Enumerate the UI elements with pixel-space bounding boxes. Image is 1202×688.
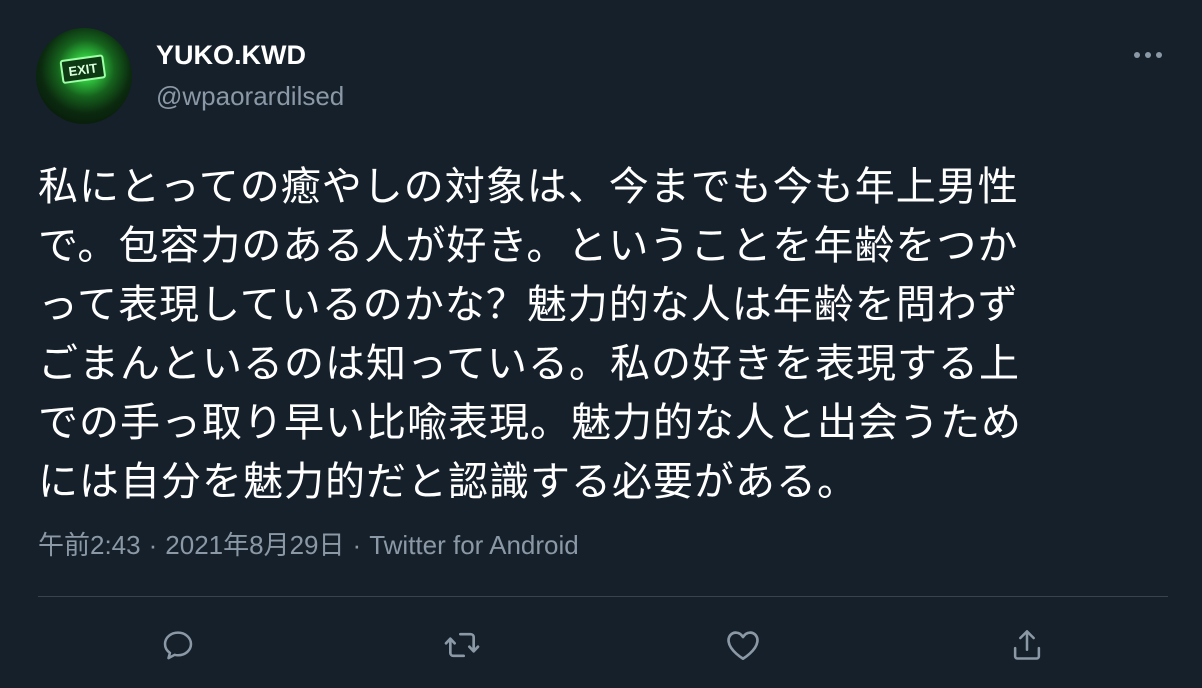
action-bar [0, 620, 1202, 670]
more-options-button[interactable] [1126, 38, 1170, 72]
meta-separator: · [148, 530, 158, 560]
tweet-text-line: 私にとっての癒やしの対象は、今までも今も年上男性 [38, 164, 1019, 210]
tweet-text: 私にとっての癒やしの対象は、今までも今も年上男性 で。包容力のある人が好き。とい… [38, 158, 1148, 512]
reply-button[interactable] [153, 620, 203, 670]
avatar[interactable]: EXIT [36, 28, 132, 124]
tweet-source[interactable]: Twitter for Android [369, 530, 579, 560]
exit-sign-icon: EXIT [59, 54, 106, 84]
tweet-text-line: での手っ取り早い比喩表現。魅力的な人と出会うため [38, 400, 1022, 446]
reply-icon [163, 631, 193, 660]
share-icon [1013, 630, 1041, 660]
meta-separator: · [352, 530, 362, 560]
more-dots-icon [1134, 52, 1162, 58]
tweet-text-line: ごまんといるのは知っている。私の好きを表現する上 [38, 341, 1020, 387]
tweet-time[interactable]: 午前2:43 [38, 530, 141, 560]
tweet-text-line: で。包容力のある人が好き。ということを年齢をつか [38, 223, 1019, 269]
tweet-date[interactable]: 2021年8月29日 [165, 530, 344, 560]
display-name[interactable]: YUKO.KWD [156, 38, 306, 72]
divider [38, 596, 1168, 597]
retweet-icon [444, 632, 480, 658]
share-button[interactable] [1002, 620, 1052, 670]
tweet-text-line: には自分を魅力的だと認識する必要がある。 [38, 459, 858, 505]
user-handle[interactable]: @wpaorardilsed [156, 80, 344, 112]
retweet-button[interactable] [437, 620, 487, 670]
like-button[interactable] [718, 620, 768, 670]
tweet-text-line: って表現しているのかな？魅力的な人は年齢を問わず [38, 282, 1019, 328]
tweet-meta: 午前2:43 · 2021年8月29日 · Twitter for Android [38, 528, 579, 562]
tweet-card: EXIT YUKO.KWD @wpaorardilsed 私にとっての癒やしの対… [0, 0, 1202, 688]
heart-icon [727, 631, 759, 660]
